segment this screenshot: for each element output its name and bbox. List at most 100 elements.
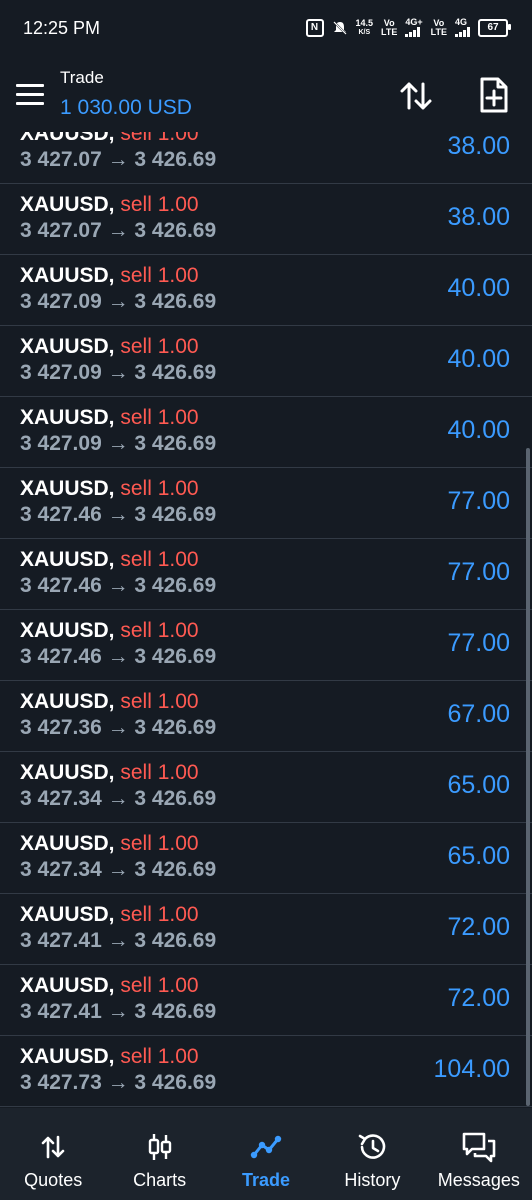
trade-prices: 3 427.46 → 3 426.69 [20, 574, 217, 597]
signal-2: 4G [455, 18, 470, 37]
trade-title: XAUUSD, sell 1.00 [20, 832, 199, 856]
nav-trade-label: Trade [242, 1170, 291, 1190]
trade-title: XAUUSD, sell 1.00 [20, 690, 199, 714]
trade-row[interactable]: XAUUSD, sell 1.00 3 427.46 → 3 426.69 77.0… [0, 611, 532, 681]
nav-quotes[interactable]: Quotes [0, 1108, 106, 1200]
trade-prices: 3 427.07 → 3 426.69 [20, 219, 217, 242]
trade-symbol: XAUUSD, [20, 1045, 115, 1068]
trade-row[interactable]: XAUUSD, sell 1.00 3 427.46 → 3 426.69 77.0… [0, 540, 532, 610]
trade-prices: 3 427.73 → 3 426.69 [20, 1071, 217, 1094]
trade-profit: 40.00 [447, 416, 510, 444]
trade-row[interactable]: XAUUSD, sell 1.00 3 427.34 → 3 426.69 65.0… [0, 753, 532, 823]
trade-row[interactable]: XAUUSD, sell 1.00 3 427.07 → 3 426.69 38.0… [0, 185, 532, 255]
trade-symbol: XAUUSD, [20, 406, 115, 429]
new-order-icon[interactable] [478, 76, 510, 114]
trade-side: sell 1.00 [120, 406, 199, 429]
mute-icon [332, 20, 348, 36]
trade-symbol: XAUUSD, [20, 335, 115, 358]
trade-symbol: XAUUSD, [20, 974, 115, 997]
trade-title: XAUUSD, sell 1.00 [20, 548, 199, 572]
trade-side: sell 1.00 [120, 761, 199, 784]
trade-title: XAUUSD, sell 1.00 [20, 406, 199, 430]
trade-side: sell 1.00 [120, 264, 199, 287]
scrollbar[interactable] [526, 448, 530, 1106]
trade-prices: 3 427.34 → 3 426.69 [20, 787, 217, 810]
quotes-icon [39, 1130, 67, 1164]
bottom-nav: Quotes Charts Trade History Messages [0, 1108, 532, 1200]
trade-prices: 3 427.09 → 3 426.69 [20, 290, 217, 313]
trade-symbol: XAUUSD, [20, 193, 115, 216]
trade-profit: 72.00 [447, 913, 510, 941]
trade-row[interactable]: XAUUSD, sell 1.00 3 427.09 → 3 426.69 40.0… [0, 398, 532, 468]
trade-prices: 3 427.09 → 3 426.69 [20, 432, 217, 455]
trade-symbol: XAUUSD, [20, 264, 115, 287]
trade-title: XAUUSD, sell 1.00 [20, 619, 199, 643]
status-time: 12:25 PM [23, 18, 101, 38]
trade-profit: 77.00 [447, 558, 510, 586]
nav-trade[interactable]: Trade [213, 1108, 319, 1200]
trade-title: XAUUSD, sell 1.00 [20, 193, 199, 217]
trade-list[interactable]: XAUUSD, sell 1.00 3 427.07 → 3 426.69 38.0… [0, 132, 532, 1108]
trade-row[interactable]: XAUUSD, sell 1.00 3 427.41 → 3 426.69 72.0… [0, 966, 532, 1036]
trade-side: sell 1.00 [120, 1045, 199, 1068]
trade-row[interactable]: XAUUSD, sell 1.00 3 427.73 → 3 426.69 104.… [0, 1037, 532, 1107]
network-type-1: 4G+ [405, 17, 423, 27]
trade-prices: 3 427.46 → 3 426.69 [20, 645, 217, 668]
trade-side: sell 1.00 [120, 477, 199, 500]
trade-title: XAUUSD, sell 1.00 [20, 477, 199, 501]
nav-messages-label: Messages [437, 1170, 520, 1190]
trade-profit: 72.00 [447, 984, 510, 1012]
trade-side: sell 1.00 [120, 903, 199, 926]
trade-profit: 77.00 [447, 487, 510, 515]
nav-charts[interactable]: Charts [106, 1108, 212, 1200]
trade-prices: 3 427.41 → 3 426.69 [20, 1000, 217, 1023]
trade-profit: 77.00 [447, 629, 510, 657]
speed-unit: K/S [358, 28, 371, 36]
trade-row[interactable]: XAUUSD, sell 1.00 3 427.07 → 3 426.69 38.0… [0, 132, 532, 184]
trade-title: XAUUSD, sell 1.00 [20, 903, 199, 927]
nav-history[interactable]: History [319, 1108, 425, 1200]
trade-row[interactable]: XAUUSD, sell 1.00 3 427.09 → 3 426.69 40.0… [0, 327, 532, 397]
trade-side: sell 1.00 [120, 619, 199, 642]
trade-row[interactable]: XAUUSD, sell 1.00 3 427.09 → 3 426.69 40.0… [0, 256, 532, 326]
trade-prices: 3 427.41 → 3 426.69 [20, 929, 217, 952]
trade-profit: 65.00 [447, 842, 510, 870]
nav-history-label: History [344, 1170, 401, 1190]
trade-symbol: XAUUSD, [20, 690, 115, 713]
status-bar: 12:25 PM N 14.5 K/S Vo LTE 4G+ Vo LTE 4G… [0, 0, 532, 58]
menu-icon[interactable] [16, 84, 44, 106]
trade-side: sell 1.00 [120, 193, 199, 216]
trade-profit: 40.00 [447, 274, 510, 302]
status-icons: N 14.5 K/S Vo LTE 4G+ Vo LTE 4G 67 [305, 17, 511, 37]
trade-profit: 40.00 [447, 345, 510, 373]
battery-icon: 67 [478, 18, 511, 37]
trade-profit: 67.00 [447, 700, 510, 728]
page-title: Trade [60, 68, 104, 87]
nav-quotes-label: Quotes [24, 1170, 83, 1190]
sort-icon[interactable] [398, 78, 434, 114]
nav-messages[interactable]: Messages [426, 1108, 532, 1200]
trade-row[interactable]: XAUUSD, sell 1.00 3 427.41 → 3 426.69 72.0… [0, 895, 532, 965]
trade-side: sell 1.00 [120, 690, 199, 713]
lte-label-2: LTE [430, 26, 447, 37]
trade-row[interactable]: XAUUSD, sell 1.00 3 427.46 → 3 426.69 77.0… [0, 469, 532, 539]
trade-side: sell 1.00 [120, 132, 199, 145]
trade-title: XAUUSD, sell 1.00 [20, 264, 199, 288]
trade-icon [250, 1130, 282, 1164]
signal-1: 4G+ [405, 17, 423, 37]
trade-row[interactable]: XAUUSD, sell 1.00 3 427.36 → 3 426.69 67.0… [0, 682, 532, 752]
trade-symbol: XAUUSD, [20, 477, 115, 500]
screen: 12:25 PM N 14.5 K/S Vo LTE 4G+ Vo LTE 4G… [0, 0, 532, 1200]
trade-symbol: XAUUSD, [20, 903, 115, 926]
lte-label: LTE [381, 26, 398, 37]
trade-prices: 3 427.09 → 3 426.69 [20, 361, 217, 384]
network-type-2: 4G [455, 17, 468, 27]
trade-prices: 3 427.34 → 3 426.69 [20, 858, 217, 881]
trade-profit: 38.00 [447, 132, 510, 160]
trade-profit: 65.00 [447, 771, 510, 799]
trade-prices: 3 427.36 → 3 426.69 [20, 716, 217, 739]
trade-row[interactable]: XAUUSD, sell 1.00 3 427.34 → 3 426.69 65.0… [0, 824, 532, 894]
trade-symbol: XAUUSD, [20, 619, 115, 642]
trade-symbol: XAUUSD, [20, 761, 115, 784]
trade-title: XAUUSD, sell 1.00 [20, 1045, 199, 1069]
